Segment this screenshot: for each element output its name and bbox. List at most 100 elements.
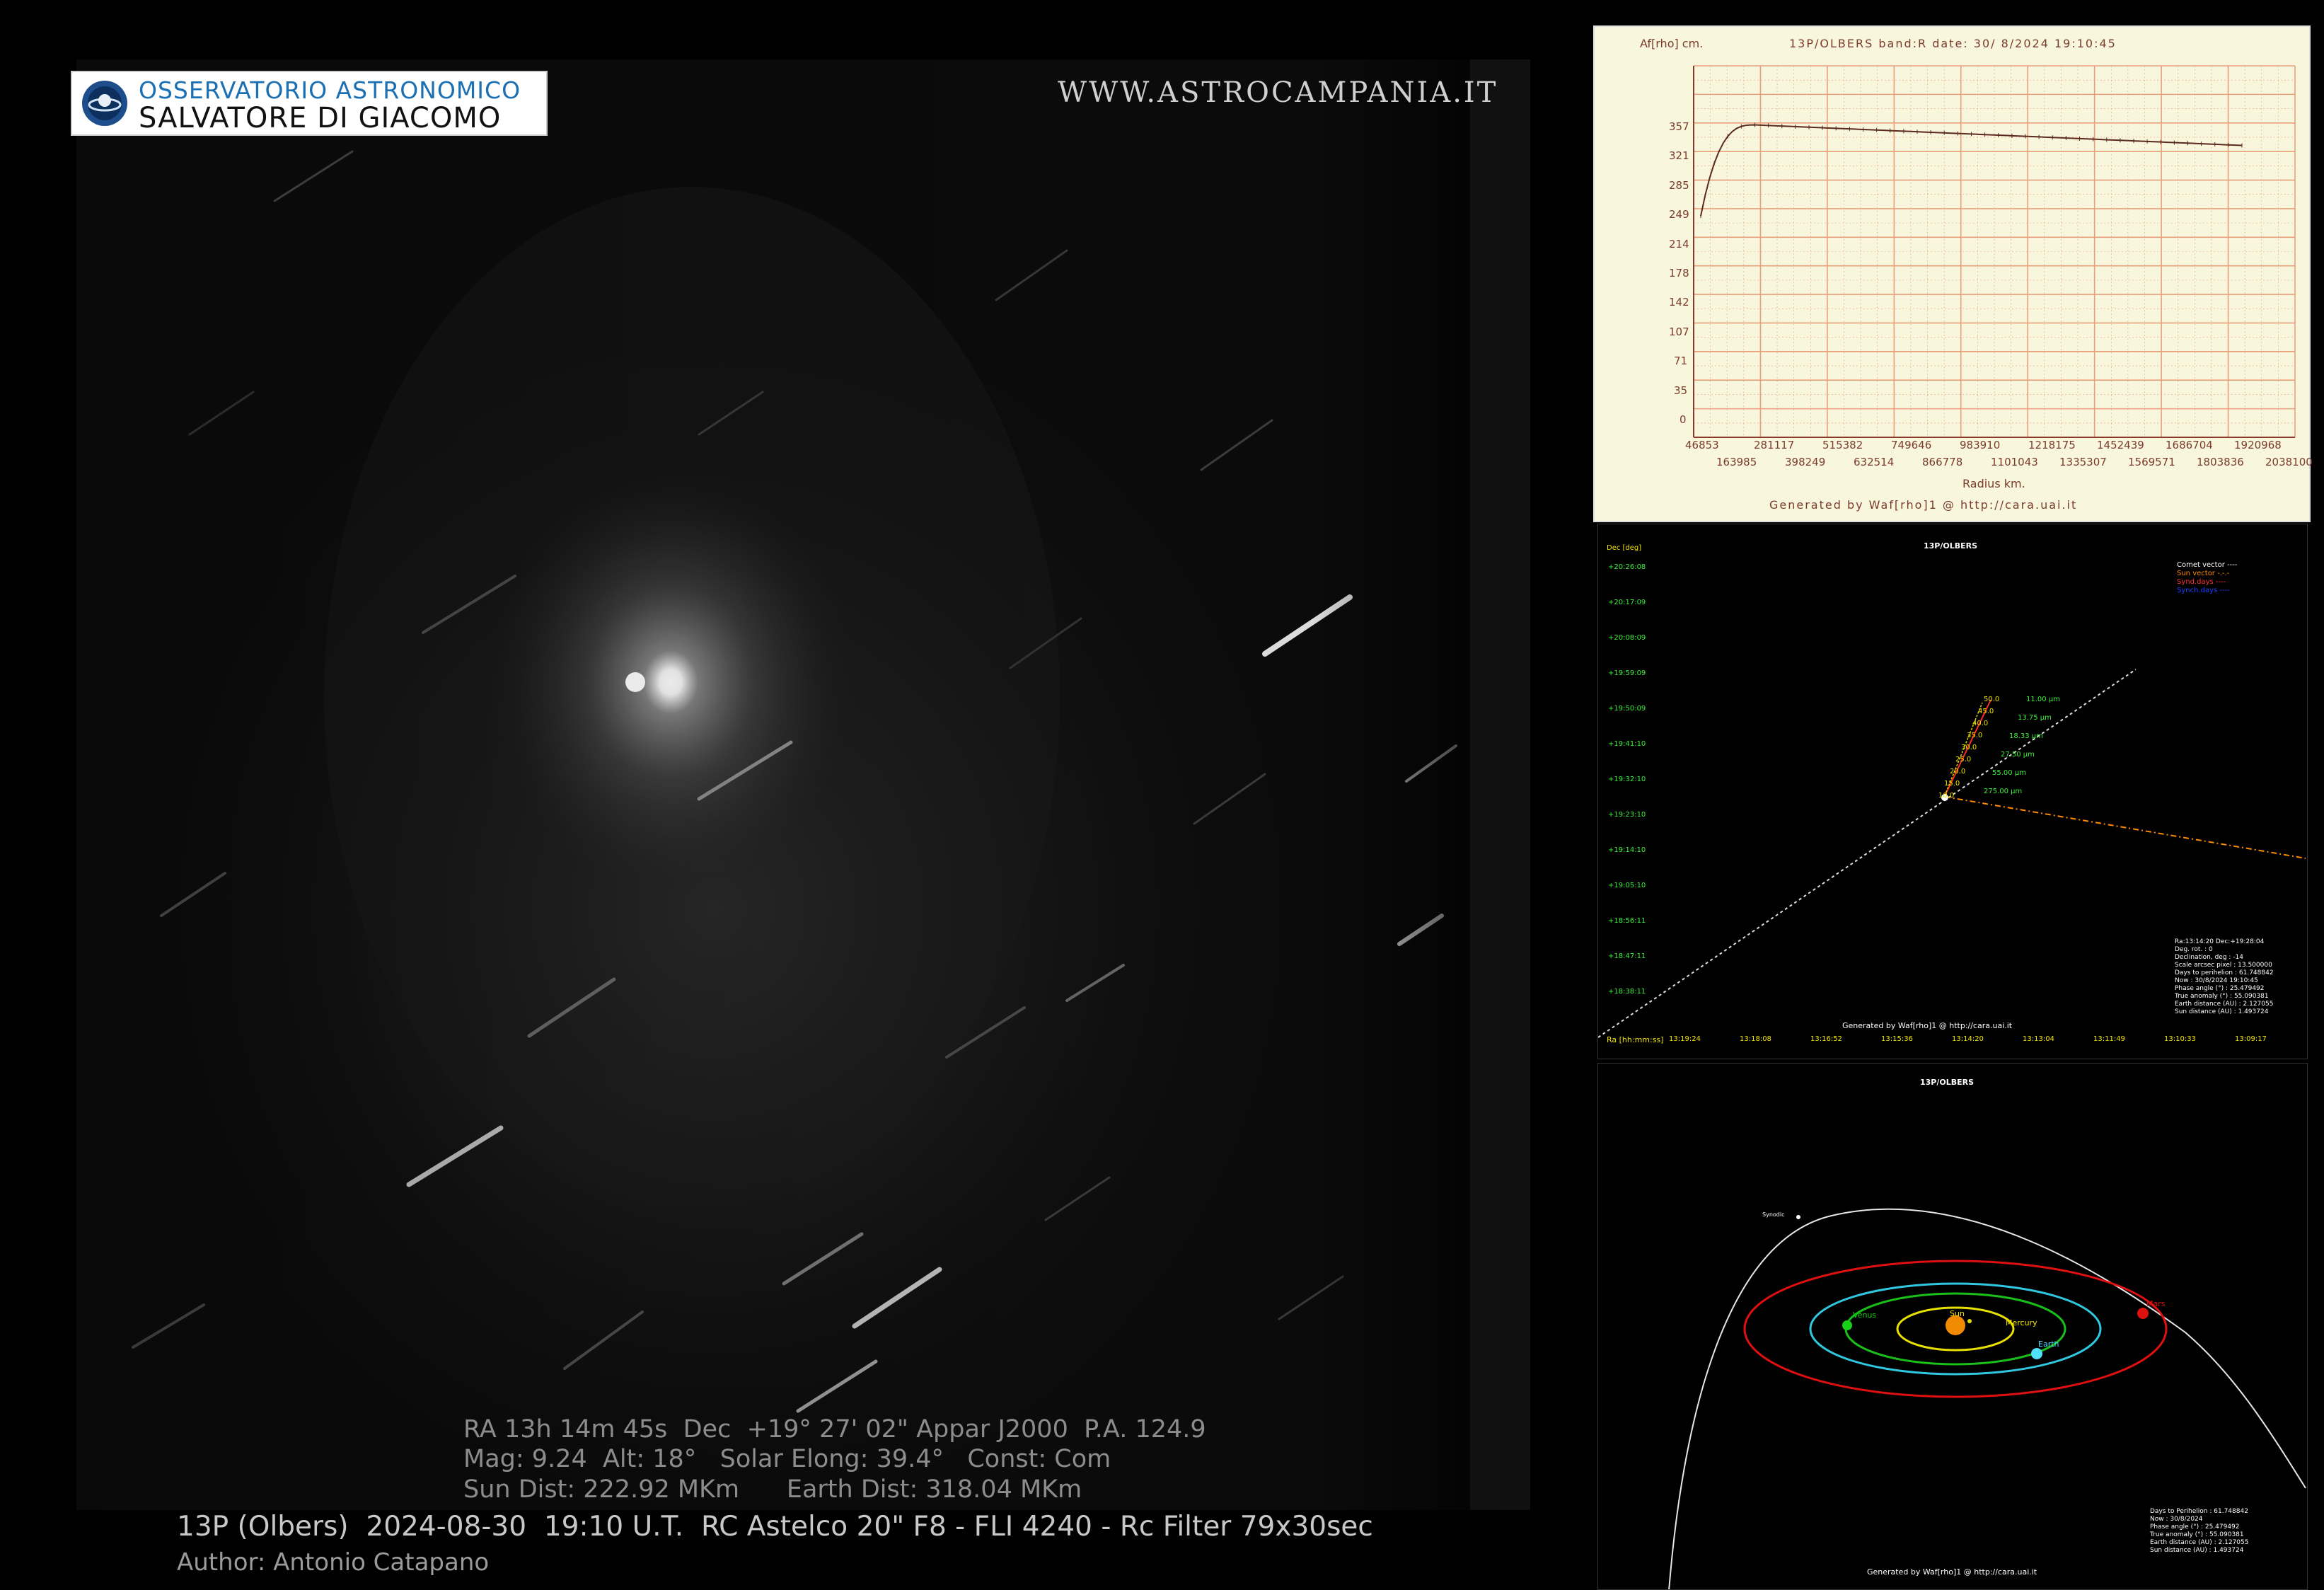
comet-marker [1796,1215,1800,1219]
sky-param: Days to perihelion : 61.748842 [2175,969,2274,977]
sky-y-tick: +19:41:10 [1608,740,1646,748]
info-line-coordinates: RA 13h 14m 45s Dec +19° 27' 02" Appar J2… [463,1415,1206,1444]
afrho-x-tick: 1686704 [2166,439,2213,451]
synchrone-label: 11.00 µm [2026,696,2060,703]
sky-param: Sun distance (AU) : 1.493724 [2175,1008,2269,1015]
info-line-distances: Sun Dist: 222.92 MKm Earth Dist: 318.04 … [463,1475,1082,1504]
afrho-y-tick: 71 [1674,355,1688,368]
afrho-x-tick: 1101043 [1991,456,2038,468]
earth-marker [2031,1348,2042,1359]
comet-track [1598,669,2137,1038]
orbit-diagram-panel: 13P/OLBERS Venus Sun Mercury Earth Mars … [1597,1063,2308,1590]
sky-parameters: Ra:13:14:20 Dec:+19:28:04 Deg. rot. : 0 De… [2175,938,2274,1016]
comet-orbit-label: Synodic [1762,1211,1785,1218]
sky-y-tick: +18:56:11 [1608,917,1646,925]
afrho-y-tick: 249 [1669,208,1689,221]
afrho-curve [1700,124,2243,217]
syndyne-label: 50.0 [1984,696,2000,703]
synchrone-label: 13.75 µm [2018,714,2052,722]
observatory-emblem-icon [82,81,127,126]
image-caption: 13P (Olbers) 2024-08-30 19:10 U.T. RC As… [177,1511,1373,1543]
afrho-y-tick: 214 [1669,237,1689,250]
sky-x-tick: 13:16:52 [1810,1035,1842,1043]
afrho-y-tick: 178 [1669,267,1689,280]
afrho-x-tick: 1803836 [2197,456,2244,468]
afrho-x-tick: 1218175 [2028,439,2076,451]
syndyne-label: 30.0 [1961,744,1977,751]
sky-y-tick: +19:59:09 [1608,669,1646,677]
sky-x-tick: 13:11:49 [2093,1035,2125,1043]
sky-param: True anomaly (°) : 55.090381 [2175,993,2269,1000]
sky-legend-item: Comet vector ---- [2177,561,2238,569]
sky-x-tick: 13:14:20 [1952,1035,1984,1043]
sky-param: Now : 30/8/2024 19:10:45 [2175,977,2258,984]
sky-ylabel: Dec [deg] [1607,544,1642,552]
comet-photo [76,59,1530,1510]
syndyne-label: 35.0 [1967,732,1983,739]
sun-vector [1944,796,2306,859]
synchrone-label: 27.50 µm [2001,751,2035,759]
sky-param: Declination, deg : -14 [2175,954,2244,961]
orbit-param: Earth distance (AU) : 2.127055 [2150,1539,2249,1546]
sky-legend-item: Synd.days ---- [2177,578,2226,586]
synchrone-label: 18.33 µm [2009,732,2043,740]
orbit-title: 13P/OLBERS [1920,1078,1975,1087]
logo-line2: SALVATORE DI GIACOMO [139,102,502,134]
sky-x-tick: 13:19:24 [1669,1035,1701,1043]
sky-x-tick: 13:10:33 [2164,1035,2196,1043]
sky-y-tick: +20:17:09 [1608,599,1646,606]
sun-icon [1946,1315,1965,1335]
syndyne-label: 40.0 [1972,720,1989,727]
orbit-param: Sun distance (AU) : 1.493724 [2150,1547,2244,1554]
mercury-label: Mercury [2006,1318,2037,1327]
afrho-x-tick: 46853 [1685,439,1719,451]
website-watermark: WWW.ASTROCAMPANIA.IT [1058,76,1498,109]
orbit-param: True anomaly (°) : 55.090381 [2150,1531,2244,1538]
sky-y-tick: +19:05:10 [1608,882,1646,889]
sky-y-tick: +18:38:11 [1608,988,1646,996]
afrho-x-tick: 163985 [1716,456,1757,468]
afrho-y-tick: 285 [1669,178,1689,192]
info-line-magnitude: Mag: 9.24 Alt: 18° Solar Elong: 39.4° Co… [463,1445,1111,1473]
afrho-x-tick: 515382 [1822,439,1863,451]
logo-line1: OSSERVATORIO ASTRONOMICO [139,76,521,104]
syndyne-label: 45.0 [1978,708,1994,715]
afrho-x-tick: 1452439 [2097,439,2144,451]
sky-legend-item: Synch.days ---- [2177,587,2230,594]
sky-x-tick: 13:13:04 [2023,1035,2054,1043]
orbit-footer: Generated by Waf[rho]1 @ http://cara.uai… [1867,1567,2037,1577]
afrho-y-tick: 0 [1680,413,1687,426]
sky-y-tick: +19:32:10 [1608,776,1646,783]
afrho-ylabel: Af[rho] cm. [1640,37,1704,50]
afrho-x-tick: 749646 [1891,439,1932,451]
earth-label: Earth [2038,1340,2059,1349]
afrho-x-tick: 1920968 [2234,439,2282,451]
afrho-x-tick: 983910 [1960,439,2001,451]
afrho-xlabel: Radius km. [1962,477,2025,490]
author-credit: Author: Antonio Catapano [177,1548,490,1577]
sky-y-tick: +20:08:09 [1608,634,1646,642]
afrho-x-tick: 1569571 [2128,456,2175,468]
sky-param: Scale arcsec pixel : 13.500000 [2175,962,2272,969]
afrho-footer: Generated by Waf[rho]1 @ http://cara.uai… [1769,498,2078,512]
venus-label: Venus [1853,1310,1877,1320]
orbit-parameters: Days to Perihelion : 61.748842 Now : 30/8… [2150,1508,2248,1555]
sky-param: Phase angle (°) : 25.479492 [2175,985,2265,992]
syndyne-label: 10.0 [1938,792,1955,800]
afrho-y-tick: 321 [1669,149,1689,163]
orbit-param: Phase angle (°) : 25.479492 [2150,1523,2240,1531]
sky-param: Deg. rot. : 0 [2175,946,2213,953]
sky-param: Ra:13:14:20 Dec:+19:28:04 [2175,938,2265,945]
synchrone-label: 55.00 µm [1992,769,2026,777]
mercury-marker [1967,1319,1972,1323]
sky-position-panel: 13P/OLBERS Dec [deg] Ra [hh:mm:ss] +20:2… [1597,524,2308,1059]
venus-marker [1842,1320,1852,1330]
afrho-chart-panel: Af[rho] cm. 13P/OLBERS band:R date: 30/ … [1593,25,2313,522]
sky-y-tick: +19:50:09 [1608,705,1646,713]
afrho-y-tick: 142 [1669,296,1689,309]
sky-x-tick: 13:09:17 [2235,1035,2267,1043]
sky-x-tick: 13:18:08 [1740,1035,1771,1043]
syndyne-label: 15.0 [1944,780,1960,788]
mars-marker [2137,1308,2149,1319]
sky-xlabel: Ra [hh:mm:ss] [1607,1035,1664,1044]
